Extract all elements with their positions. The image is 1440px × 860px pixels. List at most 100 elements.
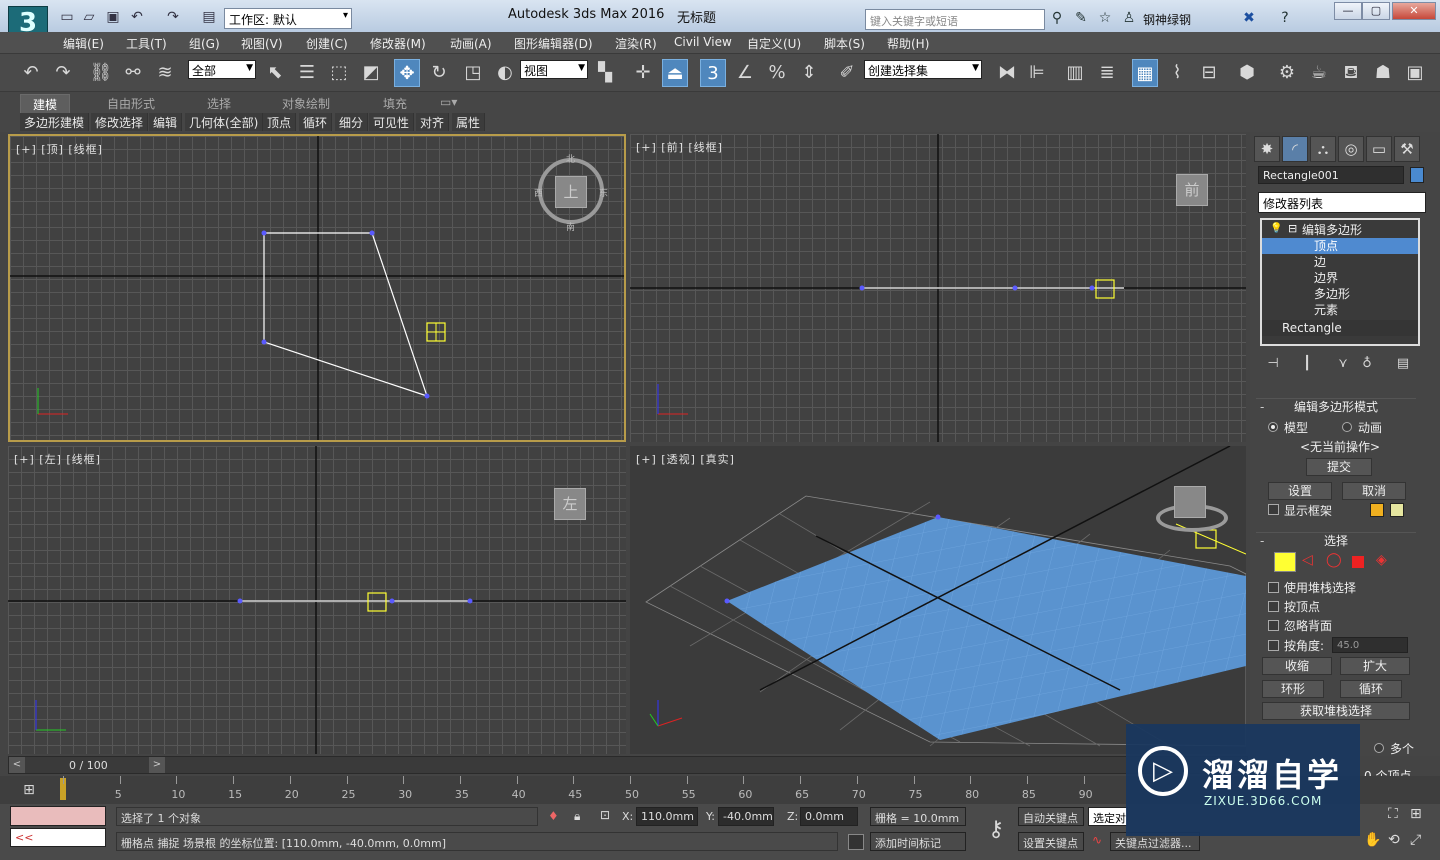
set-key-button[interactable]: 设置关键点 [1018, 832, 1084, 851]
show-cage-checkbox[interactable] [1268, 504, 1279, 515]
workspace-dropdown[interactable]: 工作区: 默认 [224, 8, 352, 29]
polygon-select-icon[interactable] [1352, 556, 1364, 568]
material-editor-icon[interactable]: ⬢ [1234, 59, 1260, 87]
time-slider[interactable]: < 0 / 100 > [8, 756, 1248, 774]
search-input[interactable]: 键入关键字或短语 [865, 9, 1045, 30]
close-button[interactable]: ✕ [1392, 2, 1436, 20]
menu-create[interactable]: 创建(C) [306, 35, 348, 52]
select-move-icon[interactable]: ✥ [394, 59, 420, 87]
ribbon-subdivision[interactable]: 细分 [335, 113, 369, 131]
maximize-button[interactable]: ▢ [1362, 2, 1390, 20]
stack-rectangle[interactable]: Rectangle [1262, 320, 1418, 336]
shrink-button[interactable]: 收缩 [1262, 657, 1332, 675]
viewcube-left[interactable]: 左 [554, 488, 586, 520]
create-tab-icon[interactable]: ✸ [1254, 136, 1280, 162]
menu-graph-editors[interactable]: 图形编辑器(D) [514, 35, 593, 52]
ignore-backface-checkbox[interactable] [1268, 620, 1279, 631]
use-stack-checkbox[interactable] [1268, 582, 1279, 593]
ribbon-geometry-all[interactable]: 几何体(全部) [185, 113, 264, 131]
mini-curve-editor-icon[interactable]: ⊞ [14, 776, 44, 804]
menu-help[interactable]: 帮助(H) [887, 35, 929, 52]
minimize-button[interactable]: — [1334, 2, 1362, 20]
by-vertex-checkbox[interactable] [1268, 601, 1279, 612]
y-coordinate-field[interactable]: -40.0mm [718, 807, 774, 826]
mirror-icon[interactable]: ⧓ [994, 59, 1020, 87]
selection-filter-dropdown[interactable]: 全部 [188, 60, 256, 79]
menu-customize[interactable]: 自定义(U) [747, 35, 801, 52]
user-icon[interactable]: ♙ [1120, 10, 1138, 26]
scene-explorer-icon[interactable]: ▥ [1062, 59, 1088, 87]
user-name[interactable]: 钢神绿钢 [1143, 11, 1191, 28]
motion-tab-icon[interactable]: ◎ [1338, 136, 1364, 162]
make-unique-icon[interactable]: ⋎ [1330, 350, 1356, 378]
tab-selection[interactable]: 选择 [207, 95, 231, 112]
commit-button[interactable]: 提交 [1306, 458, 1372, 476]
configure-sets-icon[interactable]: ▤ [1390, 350, 1416, 378]
ribbon-options-icon[interactable]: ▭▾ [440, 95, 457, 109]
stack-polygon[interactable]: 多边形 [1262, 286, 1418, 302]
object-color-swatch[interactable] [1410, 167, 1424, 183]
vertex-select-icon[interactable] [1274, 552, 1296, 572]
save-file-icon[interactable]: ▣ [104, 8, 122, 26]
maxscript-listener[interactable] [10, 806, 106, 826]
toggle-ribbon-icon[interactable]: ▦ [1132, 59, 1158, 87]
loop-button[interactable]: 循环 [1340, 680, 1402, 698]
percent-snap-icon[interactable]: % [764, 59, 790, 87]
ribbon-edit[interactable]: 编辑 [149, 113, 183, 131]
menu-modifiers[interactable]: 修改器(M) [370, 35, 426, 52]
isolate-selection-icon[interactable]: ♦ [548, 809, 559, 823]
undo-icon[interactable]: ↶ [18, 59, 44, 87]
viewport-front[interactable]: [+] [前] [线框] 前 [630, 134, 1246, 442]
ref-coord-dropdown[interactable]: 视图 [520, 60, 588, 79]
render-setup-icon[interactable]: ⚙ [1274, 59, 1300, 87]
angle-snap-icon[interactable]: ∠ [732, 59, 758, 87]
new-file-icon[interactable]: ▭ [58, 8, 76, 26]
rollout-selection[interactable]: 选择 [1256, 532, 1416, 549]
project-folder-icon[interactable]: ▤ [200, 8, 218, 26]
zoom-extents-all-icon[interactable]: ⊞ [1410, 806, 1422, 822]
hierarchy-tab-icon[interactable]: ⛬ [1310, 136, 1336, 162]
selection-lock-icon[interactable]: 🔒︎ [574, 809, 580, 824]
set-key-icon[interactable]: ⚷ [980, 810, 1012, 850]
zoom-extents-icon[interactable]: ⛶ [1388, 806, 1398, 822]
select-by-name-icon[interactable]: ☰ [294, 59, 320, 87]
maxscript-mini-listener[interactable]: << [10, 828, 106, 847]
utilities-tab-icon[interactable]: ⚒ [1394, 136, 1420, 162]
schematic-view-icon[interactable]: ⊟ [1196, 59, 1222, 87]
settings-button[interactable]: 设置 [1268, 482, 1332, 500]
ribbon-vertices[interactable]: 顶点 [263, 113, 297, 131]
stack-edge[interactable]: 边 [1262, 254, 1418, 270]
layer-explorer-icon[interactable]: ≣ [1094, 59, 1120, 87]
viewport-perspective-label[interactable]: [+] [透视] [真实] [636, 451, 735, 467]
ribbon-loops[interactable]: 循环 [299, 113, 333, 131]
undo-quick-icon[interactable]: ↶ [128, 8, 146, 26]
grow-button[interactable]: 扩大 [1340, 657, 1410, 675]
object-name-field[interactable]: Rectangle001 [1258, 166, 1404, 184]
display-tab-icon[interactable]: ▭ [1366, 136, 1392, 162]
select-object-icon[interactable]: ⬉ [262, 59, 288, 87]
tab-freeform[interactable]: 自由形式 [107, 95, 155, 112]
orbit-icon[interactable]: ⟲ [1388, 832, 1400, 848]
ribbon-align[interactable]: 对齐 [416, 113, 450, 131]
cancel-button[interactable]: 取消 [1342, 482, 1406, 500]
open-file-icon[interactable]: ▱ [80, 8, 98, 26]
select-rotate-icon[interactable]: ↻ [426, 59, 452, 87]
viewport-top-label[interactable]: [+] [顶] [线框] [16, 141, 103, 157]
ribbon-modify-selection[interactable]: 修改选择 [91, 113, 149, 131]
viewport-front-label[interactable]: [+] [前] [线框] [636, 139, 723, 155]
get-stack-selection-button[interactable]: 获取堆栈选择 [1262, 702, 1410, 720]
select-place-icon[interactable]: ◐ [492, 59, 518, 87]
menu-animation[interactable]: 动画(A) [450, 35, 492, 52]
remove-modifier-icon[interactable]: ♁ [1354, 350, 1380, 378]
stack-element[interactable]: 元素 [1262, 302, 1418, 318]
redo-quick-icon[interactable]: ↷ [164, 8, 182, 26]
collapse-icon[interactable]: ⊟ [1288, 222, 1297, 235]
border-select-icon[interactable]: ◯ [1326, 552, 1342, 568]
absolute-mode-icon[interactable]: ⊡ [600, 808, 610, 822]
menu-tools[interactable]: 工具(T) [126, 35, 167, 52]
ribbon-visibility[interactable]: 可见性 [369, 113, 415, 131]
pivot-center-icon[interactable]: ▚ [592, 59, 618, 87]
model-radio[interactable] [1268, 422, 1278, 432]
viewcube-top[interactable]: 上 [555, 176, 587, 208]
rendered-frame-icon[interactable]: ☕ [1306, 59, 1332, 87]
